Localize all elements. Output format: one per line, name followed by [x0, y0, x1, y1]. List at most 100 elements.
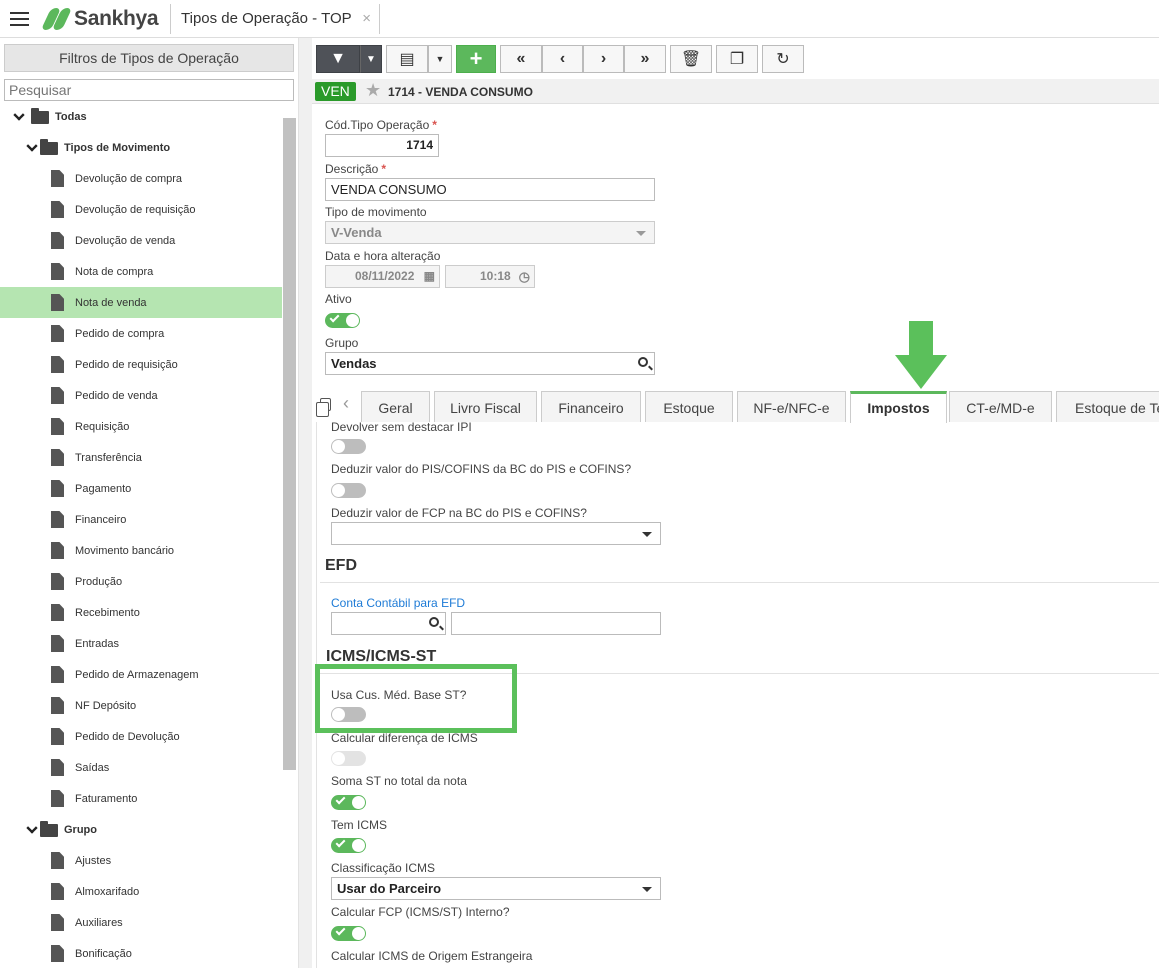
- filters-header[interactable]: Filtros de Tipos de Operação: [4, 44, 294, 72]
- panel-splitter[interactable]: [298, 38, 312, 968]
- tree-item[interactable]: Entradas: [0, 628, 282, 659]
- tree-item[interactable]: Recebimento: [0, 597, 282, 628]
- grid-view-button[interactable]: ▤: [386, 45, 428, 73]
- last-record-button[interactable]: »: [624, 45, 666, 73]
- conta-code-input[interactable]: [331, 612, 446, 635]
- refresh-button[interactable]: ↻: [762, 45, 804, 73]
- usa-cus-label: Usa Cus. Méd. Base ST?: [331, 688, 467, 702]
- tree-item-label: Devolução de requisição: [75, 204, 196, 216]
- grupo-input[interactable]: Vendas: [325, 352, 655, 375]
- chevron-down-icon[interactable]: [26, 140, 38, 152]
- tab-ct-e-md-e[interactable]: CT-e/MD-e: [949, 391, 1052, 422]
- tab-impostos[interactable]: Impostos: [850, 391, 947, 423]
- search-input[interactable]: [4, 79, 294, 101]
- conta-desc-input: [451, 612, 661, 635]
- tree-item[interactable]: Movimento bancário: [0, 535, 282, 566]
- tree-item[interactable]: Produção: [0, 566, 282, 597]
- tree-item[interactable]: Nota de compra: [0, 256, 282, 287]
- tree-item[interactable]: NF Depósito: [0, 690, 282, 721]
- first-record-button[interactable]: «: [500, 45, 542, 73]
- tree-item[interactable]: Transferência: [0, 442, 282, 473]
- favorite-star-icon[interactable]: ★: [365, 80, 381, 101]
- next-record-button[interactable]: ›: [583, 45, 624, 73]
- conta-contabil-label[interactable]: Conta Contábil para EFD: [331, 596, 465, 610]
- chevron-down-icon[interactable]: [26, 822, 38, 834]
- document-icon: [51, 201, 64, 218]
- caret-down-icon: ▼: [366, 53, 376, 65]
- filter-button[interactable]: ▼: [316, 45, 360, 73]
- document-icon: [51, 759, 64, 776]
- folder-settings-icon: [31, 108, 49, 124]
- copy-tabs-icon[interactable]: [316, 398, 331, 417]
- devolver-toggle[interactable]: [331, 439, 366, 454]
- date-input[interactable]: 08/11/2022 ▦: [325, 265, 440, 288]
- tree-item[interactable]: Financeiro: [0, 504, 282, 535]
- filter-dropdown-button[interactable]: ▼: [360, 45, 382, 73]
- close-tab-icon[interactable]: ×: [362, 10, 371, 27]
- tree-node-todas[interactable]: Todas: [0, 101, 282, 132]
- tree-item[interactable]: Requisição: [0, 411, 282, 442]
- chevron-down-icon[interactable]: [13, 109, 25, 121]
- delete-button[interactable]: 🗑: [670, 45, 712, 73]
- tree-item[interactable]: Pedido de venda: [0, 380, 282, 411]
- tab-livro-fiscal[interactable]: Livro Fiscal: [434, 391, 537, 422]
- duplicate-button[interactable]: ❐: [716, 45, 758, 73]
- menu-icon[interactable]: [10, 12, 29, 26]
- search-icon[interactable]: [429, 617, 439, 627]
- calc-dif-toggle[interactable]: [331, 751, 366, 766]
- fcp-toggle[interactable]: [331, 925, 366, 941]
- tree-item[interactable]: Ajustes: [0, 845, 282, 876]
- filter-tree: Todas Tipos de Movimento Devolução de comp…: [0, 101, 282, 969]
- tab-estoque-de-te[interactable]: Estoque de Te: [1056, 391, 1159, 422]
- tree-item[interactable]: Pagamento: [0, 473, 282, 504]
- tree-item[interactable]: Pedido de compra: [0, 318, 282, 349]
- tree-item[interactable]: Devolução de compra: [0, 163, 282, 194]
- deduzir-fcp-select[interactable]: [331, 522, 661, 545]
- tree-item-label: Bonificação: [75, 948, 132, 960]
- tree-item[interactable]: Saídas: [0, 752, 282, 783]
- tree-item[interactable]: Nota de venda: [0, 287, 282, 318]
- tree-item[interactable]: Almoxarifado: [0, 876, 282, 907]
- sidebar-scrollbar[interactable]: [283, 118, 296, 770]
- search-icon[interactable]: [638, 357, 648, 367]
- tree-item-label: Auxiliares: [75, 917, 123, 929]
- document-icon: [51, 511, 64, 528]
- tab-tipos-operacao[interactable]: Tipos de Operação - TOP ×: [170, 4, 380, 34]
- caret-down-icon: [642, 532, 652, 537]
- tree-item[interactable]: Pedido de Armazenagem: [0, 659, 282, 690]
- tabs-scroll-left-icon[interactable]: ‹: [343, 393, 349, 414]
- tree-item-label: Requisição: [75, 421, 130, 433]
- tree-item[interactable]: Pedido de requisição: [0, 349, 282, 380]
- tipo-select[interactable]: V-Venda: [325, 221, 655, 244]
- usa-cus-toggle[interactable]: [331, 707, 366, 722]
- time-input[interactable]: 10:18 ◷: [445, 265, 535, 288]
- tree-item-label: Pagamento: [75, 483, 132, 495]
- tab-geral[interactable]: Geral: [361, 391, 430, 422]
- tem-icms-toggle[interactable]: [331, 837, 366, 853]
- tree-item[interactable]: Bonificação: [0, 938, 282, 969]
- tab-nf-e-nfc-e[interactable]: NF-e/NFC-e: [737, 391, 846, 422]
- tree-node-grupo[interactable]: Grupo: [0, 814, 282, 845]
- tab-financeiro[interactable]: Financeiro: [541, 391, 641, 422]
- deduzir-fcp-label: Deduzir valor de FCP na BC do PIS e COFI…: [331, 506, 587, 520]
- view-dropdown-button[interactable]: ▼: [428, 45, 452, 73]
- tree-item[interactable]: Auxiliares: [0, 907, 282, 938]
- tree-item-label: Pedido de venda: [75, 390, 158, 402]
- deduzir-pis-toggle[interactable]: [331, 483, 366, 498]
- ativo-toggle[interactable]: [325, 312, 360, 328]
- add-button[interactable]: +: [456, 45, 496, 73]
- document-icon: [51, 449, 64, 466]
- class-icms-select[interactable]: Usar do Parceiro: [331, 877, 661, 900]
- tab-estoque[interactable]: Estoque: [645, 391, 733, 422]
- tree-item[interactable]: Devolução de venda: [0, 225, 282, 256]
- soma-st-toggle[interactable]: [331, 794, 366, 810]
- desc-input[interactable]: VENDA CONSUMO: [325, 178, 655, 201]
- tree-item[interactable]: Devolução de requisição: [0, 194, 282, 225]
- cod-input[interactable]: 1714: [325, 134, 439, 157]
- prev-record-button[interactable]: ‹: [542, 45, 583, 73]
- sankhya-logo-icon: [40, 7, 73, 31]
- tree-node-tipos-movimento[interactable]: Tipos de Movimento: [0, 132, 282, 163]
- tree-item[interactable]: Faturamento: [0, 783, 282, 814]
- tree-item[interactable]: Pedido de Devolução: [0, 721, 282, 752]
- brand-name: Sankhya: [74, 7, 159, 30]
